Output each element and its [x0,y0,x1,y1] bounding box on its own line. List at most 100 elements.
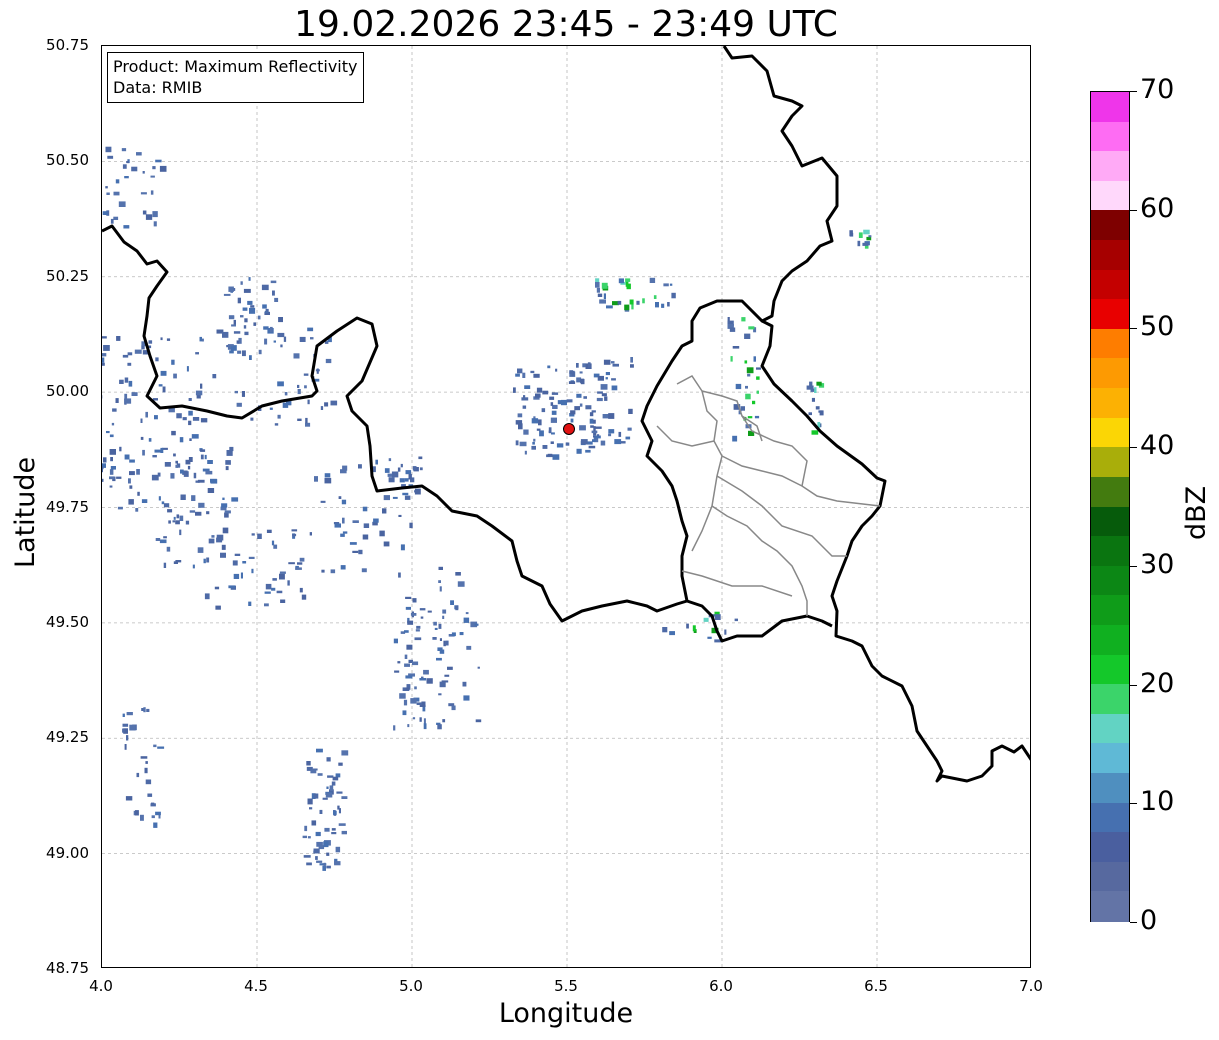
echo-pixel [142,171,145,174]
echo-pixel [192,564,195,569]
echo-pixel [513,387,516,393]
echo-pixel [600,384,608,390]
echo-pixel [293,353,300,359]
echo-pixel [128,499,134,505]
echo-pixel [185,459,191,465]
echo-pixel [171,430,176,436]
echo-pixel [583,396,587,399]
echo-pixel [611,385,618,391]
echo-pixel [173,373,177,379]
echo-pixel [204,593,210,600]
belgium-border [102,46,1030,783]
echo-pixel [307,399,310,405]
echo-pixel [550,402,554,406]
echo-pixel [412,598,417,603]
colorbar-tick-mark [1130,209,1137,211]
echo-pixel [262,304,267,309]
colorbar-segment [1091,536,1129,567]
echo-pixel [280,344,283,348]
echo-pixel [163,503,170,508]
echo-pixel [129,471,135,476]
echo-pixel [197,479,205,483]
echo-pixel [307,836,311,839]
echo-pixel [358,464,362,469]
echo-pixel [317,773,323,776]
echo-pixel [187,465,191,470]
echo-pixel [594,426,602,429]
echo-pixel [191,434,199,439]
echo-pixel [588,445,596,449]
echo-pixel [147,793,153,797]
echo-pixel [119,379,124,384]
echo-pixel [307,327,314,332]
echo-pixel [517,368,523,374]
echo-pixel [113,216,119,220]
echo-pixel [171,359,175,365]
colorbar-segment [1091,595,1129,626]
echo-pixel [375,459,378,465]
echo-pixel [427,610,432,613]
echo-pixel [248,556,255,559]
echo-pixel [412,661,419,666]
echo-pixel [115,398,119,403]
echo-pixel [311,820,317,826]
echo-pixel [606,305,613,309]
echo-pixel [442,609,447,614]
echo-pixel [438,693,442,696]
echo-pixel [225,466,229,471]
echo-pixel [475,719,482,723]
echo-pixel [212,374,217,379]
echo-pixel [160,447,164,453]
echo-pixel [106,192,110,195]
y-tick-label: 50.25 [46,266,89,285]
echo-pixel [535,393,541,398]
echo-pixel [444,674,450,677]
echo-pixel [283,336,287,342]
colorbar-tick-label: 40 [1140,430,1175,462]
echo-pixel [324,473,331,478]
echo-pixel [405,596,412,599]
echo-pixel [200,418,208,423]
echo-pixel [419,717,422,722]
echo-pixel [752,400,756,405]
echo-pixel [423,723,427,730]
echo-pixel [207,488,215,493]
echo-pixel [744,333,751,339]
echo-pixel [278,317,283,323]
echo-pixel [579,403,583,407]
echo-pixel [148,438,152,442]
echo-pixel [265,308,269,313]
echo-pixel [334,861,341,866]
echo-pixel [432,637,437,640]
echo-pixel [414,488,421,495]
echo-pixel [341,499,347,505]
echo-pixel [531,418,539,424]
echo-pixel [188,420,192,426]
echo-pixel [330,569,336,574]
echo-pixel [151,815,155,819]
echo-pixel [240,281,243,285]
echo-pixel [459,632,464,636]
echo-pixel [407,620,414,625]
echo-pixel [466,645,472,650]
echo-pixel [551,432,555,435]
echo-pixel [122,713,125,717]
echo-pixel [146,708,150,712]
echo-pixel [398,514,402,517]
echo-pixel [724,629,727,635]
echo-pixel [522,405,527,409]
echo-pixel [630,364,634,368]
colorbar-segment [1091,565,1129,596]
echo-pixel [333,810,337,815]
echo-pixel [579,425,586,431]
echo-pixel [141,499,148,503]
echo-pixel [358,549,363,555]
echo-pixel [150,190,154,195]
echo-pixel [539,430,544,437]
echo-pixel [203,558,206,564]
echo-pixel [550,441,554,444]
echo-pixel [145,214,153,220]
echo-pixel [579,371,583,374]
colorbar-segment [1091,684,1129,715]
colorbar-segment [1091,476,1129,508]
